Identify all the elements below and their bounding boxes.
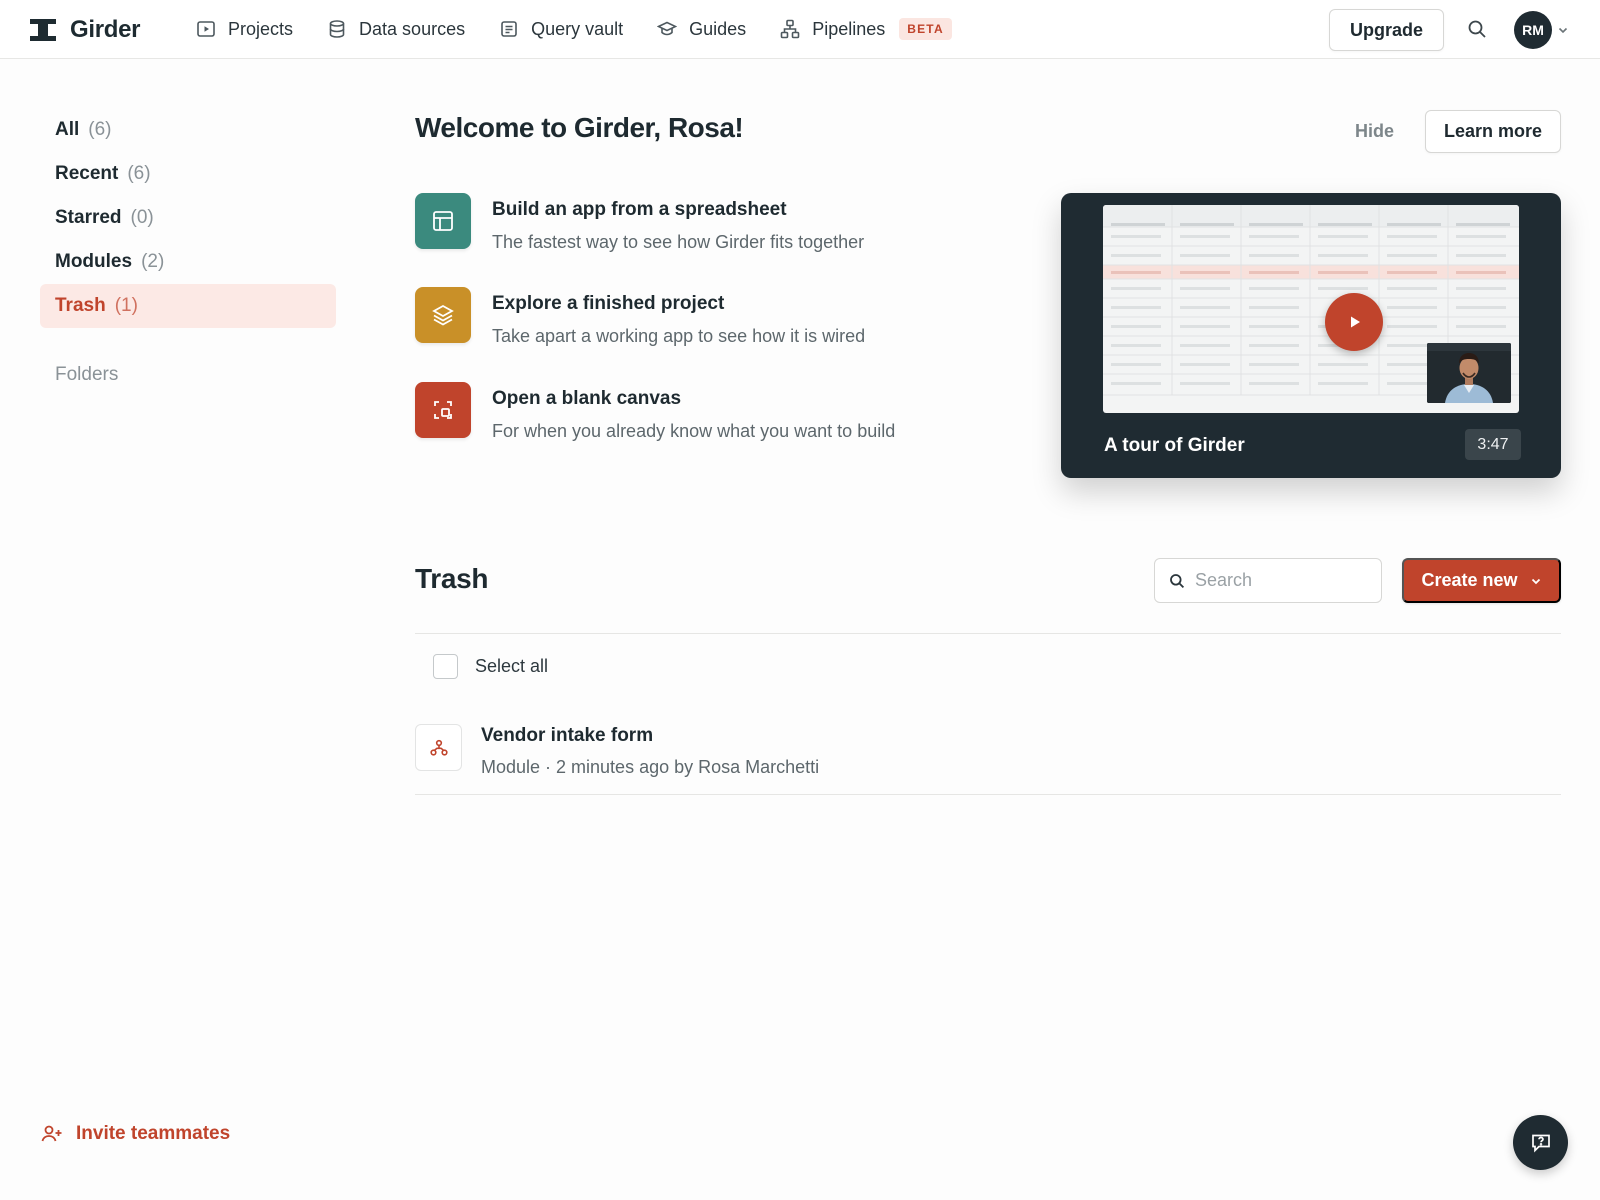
invite-label: Invite teammates — [76, 1123, 231, 1144]
sidebar-item-recent[interactable]: Recent (6) — [40, 152, 336, 196]
welcome-title: Welcome to Girder, Rosa! — [415, 112, 744, 143]
sidebar: All (6) Recent (6) Starred (0) Modules (… — [40, 108, 336, 328]
play-icon[interactable] — [1325, 293, 1383, 351]
create-new-label: Create new — [1421, 570, 1518, 590]
user-plus-icon — [41, 1124, 63, 1144]
starter-description: Take apart a working app to see how it i… — [492, 326, 866, 346]
starter-spreadsheet[interactable]: Build an app from a spreadsheet The fast… — [415, 193, 864, 253]
search-input[interactable] — [1195, 570, 1365, 591]
sidebar-item-label: Starred — [55, 207, 122, 228]
sidebar-item-count: (2) — [141, 251, 165, 272]
list-item[interactable]: Vendor intake form Module · 2 minutes ag… — [415, 724, 819, 778]
nav-label: Pipelines — [812, 18, 886, 39]
chevron-down-icon — [1530, 575, 1542, 587]
app-name: Girder — [70, 16, 141, 43]
nav-item-data-sources[interactable]: Data sources — [327, 19, 465, 40]
search-field[interactable] — [1154, 558, 1382, 603]
hide-button[interactable]: Hide — [1355, 121, 1394, 142]
starter-explore-project[interactable]: Explore a finished project Take apart a … — [415, 287, 865, 347]
upgrade-button[interactable]: Upgrade — [1329, 9, 1444, 51]
nav-item-guides[interactable]: Guides — [657, 19, 746, 40]
sidebar-item-starred[interactable]: Starred (0) — [40, 196, 336, 240]
nav-label: Projects — [228, 18, 294, 39]
video-title: A tour of Girder — [1104, 435, 1245, 456]
document-list-icon — [499, 19, 519, 39]
divider — [415, 794, 1561, 795]
play-square-icon — [196, 19, 216, 39]
sidebar-item-count: (1) — [114, 295, 138, 316]
chat-help-button[interactable] — [1513, 1115, 1568, 1170]
girder-logo-icon — [30, 19, 56, 41]
item-title[interactable]: Vendor intake form — [481, 725, 819, 747]
starter-description: For when you already know what you want … — [492, 421, 896, 441]
select-all-checkbox[interactable] — [433, 654, 458, 679]
sidebar-item-label: Recent — [55, 163, 119, 184]
sidebar-item-count: (6) — [88, 119, 112, 140]
brand-logo[interactable]: Girder — [30, 16, 141, 44]
starter-title: Explore a finished project — [492, 293, 725, 314]
starter-blank-canvas[interactable]: Open a blank canvas For when you already… — [415, 382, 895, 442]
presenter-thumbnail — [1427, 343, 1511, 403]
tour-video-card[interactable]: A tour of Girder 3:47 — [1061, 193, 1561, 478]
folders-heading[interactable]: Folders — [55, 364, 118, 386]
top-navigation-bar: Girder Projects Data sources Query vault… — [0, 0, 1600, 59]
starter-title: Open a blank canvas — [492, 388, 682, 409]
sidebar-item-count: (6) — [127, 163, 151, 184]
module-icon — [415, 724, 462, 771]
table-icon — [415, 193, 471, 249]
video-thumbnail — [1103, 205, 1519, 413]
divider — [415, 633, 1561, 634]
nav-label: Data sources — [359, 18, 466, 39]
sidebar-item-all[interactable]: All (6) — [40, 108, 336, 152]
chevron-down-icon[interactable] — [1557, 24, 1569, 36]
search-icon[interactable] — [1467, 19, 1487, 39]
sidebar-item-label: All — [55, 119, 80, 140]
beta-badge: BETA — [899, 18, 952, 40]
sidebar-item-trash[interactable]: Trash (1) — [40, 284, 336, 328]
main-nav: Projects Data sources Query vault Guides… — [196, 0, 986, 58]
nav-label: Query vault — [531, 18, 624, 39]
pipeline-icon — [780, 19, 800, 39]
layers-icon — [415, 287, 471, 343]
select-all-label: Select all — [475, 656, 549, 676]
learn-more-button[interactable]: Learn more — [1425, 110, 1561, 153]
sidebar-item-label: Trash — [55, 295, 106, 316]
sidebar-item-count: (0) — [130, 207, 154, 228]
nav-item-query-vault[interactable]: Query vault — [499, 19, 623, 40]
select-all-row[interactable]: Select all — [433, 654, 548, 679]
invite-teammates-link[interactable]: Invite teammates — [41, 1123, 230, 1145]
section-title: Trash — [415, 563, 489, 594]
user-avatar[interactable]: RM — [1514, 11, 1552, 49]
graduation-cap-icon — [657, 19, 678, 39]
search-icon — [1169, 573, 1185, 589]
starter-description: The fastest way to see how Girder fits t… — [492, 232, 865, 252]
nav-label: Guides — [689, 18, 747, 39]
item-meta: Module · 2 minutes ago by Rosa Marchetti — [481, 757, 820, 777]
nav-item-pipelines[interactable]: Pipelines BETA — [780, 18, 952, 40]
video-duration: 3:47 — [1465, 429, 1521, 460]
starter-title: Build an app from a spreadsheet — [492, 199, 787, 220]
canvas-icon — [415, 382, 471, 438]
nav-item-projects[interactable]: Projects — [196, 19, 293, 40]
create-new-button[interactable]: Create new — [1402, 558, 1561, 603]
database-icon — [327, 19, 347, 39]
sidebar-item-label: Modules — [55, 251, 133, 272]
chat-question-icon — [1530, 1132, 1552, 1154]
sidebar-item-modules[interactable]: Modules (2) — [40, 240, 336, 284]
